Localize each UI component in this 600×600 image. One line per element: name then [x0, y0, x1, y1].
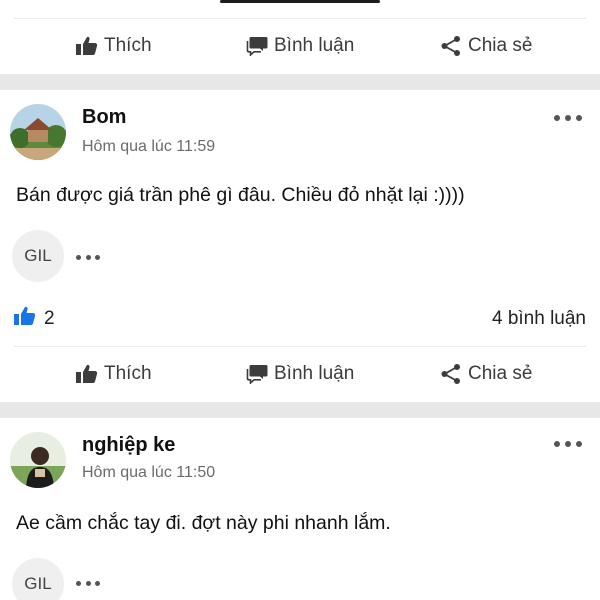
- speech-bubble-icon: [246, 364, 268, 384]
- comment-count[interactable]: 4 bình luận: [492, 304, 586, 334]
- like-button[interactable]: Thích: [76, 346, 152, 402]
- like-label: Thích: [104, 363, 152, 384]
- comment-button[interactable]: Bình luận: [246, 18, 354, 74]
- scroll-indicator: [220, 0, 380, 3]
- share-label: Chia sẻ: [468, 35, 533, 56]
- author-name[interactable]: Bom: [82, 106, 126, 129]
- action-bar: Thích Bình luận Chia sẻ: [0, 346, 600, 402]
- comment-label: Bình luận: [274, 35, 355, 56]
- reaction-chip[interactable]: GIL: [12, 230, 64, 282]
- share-icon: [440, 35, 462, 57]
- share-icon: [440, 363, 462, 385]
- more-dots-icon[interactable]: [76, 579, 100, 587]
- action-bar-top: Thích Bình luận Chia sẻ: [0, 18, 600, 74]
- post-card: Bom Hôm qua lúc 11:59 Bán được giá trần …: [0, 90, 600, 402]
- post-text: Ae cầm chắc tay đi. đợt này phi nhanh lắ…: [16, 512, 391, 534]
- share-label: Chia sẻ: [468, 363, 533, 384]
- post-card: nghiệp ke Hôm qua lúc 11:50 Ae cầm chắc …: [0, 418, 600, 600]
- more-dots-icon[interactable]: [76, 253, 100, 261]
- more-dots-icon[interactable]: [554, 439, 582, 449]
- like-button[interactable]: Thích: [76, 18, 152, 74]
- stats-row: 2 4 bình luận: [0, 304, 600, 334]
- comment-button[interactable]: Bình luận: [246, 346, 354, 402]
- more-dots-icon[interactable]: [554, 113, 582, 123]
- like-label: Thích: [104, 35, 152, 56]
- speech-bubble-icon: [246, 36, 268, 56]
- author-name[interactable]: nghiệp ke: [82, 434, 175, 457]
- comment-label: Bình luận: [274, 363, 355, 384]
- avatar[interactable]: [10, 104, 66, 160]
- post-text: Bán được giá trần phê gì đâu. Chiều đỏ n…: [16, 184, 465, 206]
- reaction-chip[interactable]: GIL: [12, 558, 64, 600]
- share-button[interactable]: Chia sẻ: [440, 18, 532, 74]
- post-separator: [0, 402, 600, 418]
- thumbs-up-icon: [76, 364, 98, 384]
- post-time: Hôm qua lúc 11:59: [82, 138, 216, 155]
- post-time: Hôm qua lúc 11:50: [82, 464, 216, 481]
- avatar[interactable]: [10, 432, 66, 488]
- post-separator: [0, 74, 600, 90]
- like-count[interactable]: 2: [14, 304, 55, 334]
- like-count-value: 2: [44, 308, 55, 329]
- thumbs-up-icon: [14, 306, 36, 332]
- thumbs-up-icon: [76, 36, 98, 56]
- share-button[interactable]: Chia sẻ: [440, 346, 532, 402]
